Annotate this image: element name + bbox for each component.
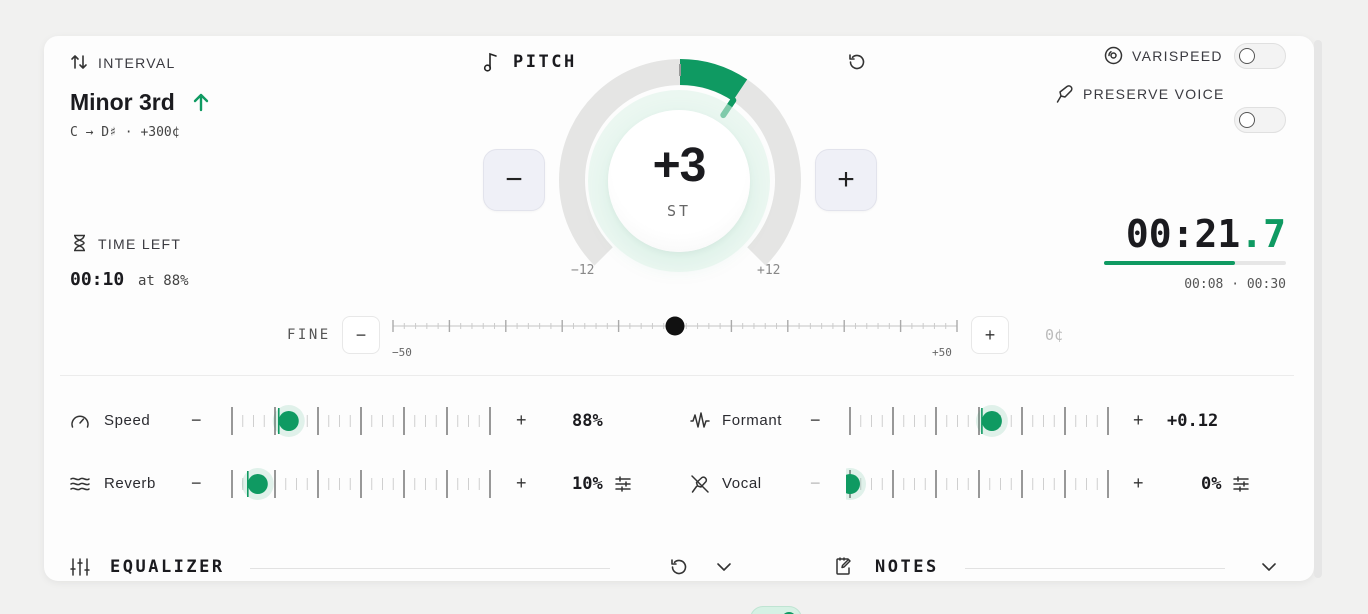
- time-left-suffix: at 88%: [138, 273, 189, 289]
- timer-display: 00:21.7: [1120, 212, 1286, 256]
- fine-slider[interactable]: [391, 314, 959, 338]
- formant-label: Formant: [722, 412, 783, 429]
- pitch-dial-knob[interactable]: +3 ST: [608, 110, 750, 252]
- waves-icon: [70, 475, 90, 493]
- waveform-icon: [690, 411, 710, 431]
- notes-edit-icon: [834, 556, 854, 576]
- fine-increase-button[interactable]: +: [971, 316, 1009, 354]
- formant-decrease-button[interactable]: −: [810, 410, 821, 431]
- vocal-value: 0%: [1201, 474, 1222, 494]
- reset-icon[interactable]: [669, 557, 689, 577]
- equalizer-toggle[interactable]: [750, 606, 802, 614]
- speed-increase-button[interactable]: +: [516, 410, 527, 431]
- reverb-slider-thumb[interactable]: [247, 474, 268, 494]
- time-left-label: TIME LEFT: [98, 236, 182, 252]
- speed-label: Speed: [104, 412, 151, 429]
- microphone-icon: [1056, 84, 1074, 104]
- swap-vertical-icon: [70, 53, 88, 71]
- interval-label: INTERVAL: [98, 55, 176, 71]
- fine-max-label: +50: [932, 346, 952, 359]
- fine-decrease-button[interactable]: −: [342, 316, 380, 354]
- pitch-max-label: +12: [757, 263, 781, 278]
- chevron-down-icon[interactable]: [1260, 559, 1278, 575]
- pitch-unit: ST: [666, 202, 692, 220]
- varispeed-label: VARISPEED: [1132, 48, 1223, 64]
- vocal-label: Vocal: [722, 475, 762, 492]
- arrow-up-icon: [192, 92, 210, 112]
- section-divider: [60, 375, 1294, 376]
- sliders-icon[interactable]: [1232, 475, 1250, 493]
- notes-divider: [965, 568, 1225, 569]
- time-left-value: 00:10: [70, 269, 125, 290]
- reverb-label: Reverb: [104, 475, 156, 492]
- music-note-icon: [483, 52, 499, 72]
- speed-slider[interactable]: [228, 404, 494, 438]
- timer-main: 00:21: [1125, 212, 1241, 256]
- chevron-down-icon[interactable]: [715, 559, 733, 575]
- timer-progress-track: [1104, 261, 1286, 265]
- timer-total: 00:30: [1246, 277, 1286, 292]
- vocal-decrease-button[interactable]: −: [810, 473, 821, 494]
- equalizer-icon: [70, 557, 90, 577]
- timer-elapsed: 00:08: [1184, 277, 1224, 292]
- hourglass-icon: [72, 234, 87, 252]
- timer-range: 00:08 · 00:30: [1150, 277, 1286, 292]
- pitch-dial-needle: [720, 97, 737, 119]
- formant-increase-button[interactable]: +: [1133, 410, 1144, 431]
- fine-value: 0¢: [1045, 326, 1064, 344]
- preserve-voice-label: PRESERVE VOICE: [1083, 86, 1225, 102]
- scrollbar[interactable]: [1314, 40, 1322, 578]
- vocal-slider[interactable]: [834, 467, 1112, 501]
- fine-label: FINE: [287, 327, 331, 343]
- formant-slider-thumb[interactable]: [981, 411, 1002, 431]
- pitch-min-label: −12: [571, 263, 595, 278]
- timer-sep: ·: [1231, 277, 1240, 292]
- equalizer-divider: [250, 568, 610, 569]
- speed-slider-thumb[interactable]: [278, 411, 299, 431]
- timer-progress-fill: [1104, 261, 1236, 265]
- interval-name: Minor 3rd: [70, 89, 175, 115]
- varispeed-toggle[interactable]: [1234, 43, 1286, 69]
- pitch-dial-fill: [679, 59, 748, 102]
- speed-value: 88%: [572, 411, 603, 431]
- pitch-decrease-button[interactable]: −: [483, 149, 545, 211]
- timer-decimal: .7: [1240, 212, 1286, 256]
- notes-label: NOTES: [875, 557, 939, 577]
- disc-icon: [1104, 46, 1123, 65]
- formant-slider[interactable]: [846, 404, 1112, 438]
- reverb-slider[interactable]: [228, 467, 494, 501]
- formant-value: +0.12: [1167, 411, 1219, 431]
- fine-slider-thumb[interactable]: [665, 316, 685, 336]
- fine-min-label: −50: [392, 346, 412, 359]
- equalizer-label: EQUALIZER: [110, 557, 225, 577]
- reverb-increase-button[interactable]: +: [516, 473, 527, 494]
- reset-icon[interactable]: [847, 52, 867, 72]
- interval-detail: C → D♯ · +300¢: [70, 125, 180, 140]
- gauge-icon: [70, 412, 90, 430]
- pitch-increase-button[interactable]: +: [815, 149, 877, 211]
- speed-decrease-button[interactable]: −: [191, 410, 202, 431]
- vocal-increase-button[interactable]: +: [1133, 473, 1144, 494]
- preserve-voice-toggle[interactable]: [1234, 107, 1286, 133]
- sliders-icon[interactable]: [614, 475, 632, 493]
- reverb-value: 10%: [572, 474, 603, 494]
- pitch-value: +3: [652, 139, 707, 192]
- mic-off-icon: [690, 474, 710, 494]
- reverb-decrease-button[interactable]: −: [191, 473, 202, 494]
